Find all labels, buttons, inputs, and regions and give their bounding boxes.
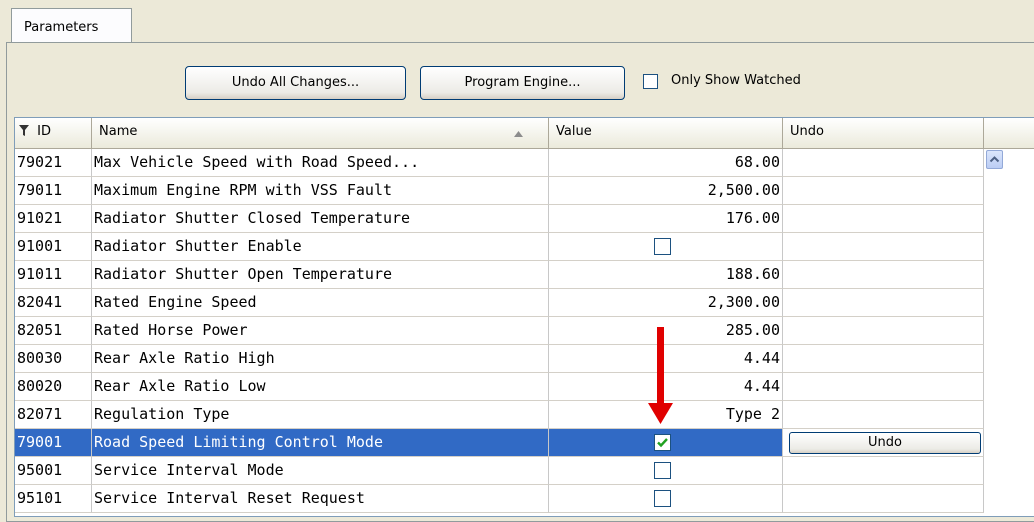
row-undo-cell <box>783 401 984 429</box>
value-checkbox[interactable] <box>654 238 671 255</box>
row-id: 82051 <box>15 317 92 345</box>
row-name: Radiator Shutter Enable <box>92 233 549 261</box>
row-undo-cell <box>783 205 984 233</box>
row-name: Maximum Engine RPM with VSS Fault <box>92 177 549 205</box>
value-checkbox[interactable] <box>654 434 671 451</box>
value-checkbox[interactable] <box>654 490 671 507</box>
row-name: Service Interval Mode <box>92 457 549 485</box>
table-row[interactable]: 79021 Max Vehicle Speed with Road Speed..… <box>15 149 1034 177</box>
row-id: 82071 <box>15 401 92 429</box>
row-undo-cell <box>783 457 984 485</box>
column-header-id[interactable]: ID <box>15 118 92 149</box>
column-header-name[interactable]: Name <box>92 118 549 149</box>
row-name: Regulation Type <box>92 401 549 429</box>
undo-all-changes-button[interactable]: Undo All Changes... <box>185 66 406 100</box>
row-id: 80030 <box>15 345 92 373</box>
table-row[interactable]: 80030 Rear Axle Ratio High 4.44 <box>15 345 1034 373</box>
table-row[interactable]: 91001 Radiator Shutter Enable <box>15 233 1034 261</box>
row-id: 79021 <box>15 149 92 177</box>
row-name: Rear Axle Ratio Low <box>92 373 549 401</box>
row-id: 82041 <box>15 289 92 317</box>
table-row[interactable]: 82051 Rated Horse Power 285.00 <box>15 317 1034 345</box>
scroll-up-button[interactable] <box>986 150 1003 169</box>
checkmark-icon <box>657 438 668 448</box>
program-engine-button[interactable]: Program Engine... <box>420 66 625 100</box>
row-id: 79001 <box>15 429 92 457</box>
only-show-watched-toggle[interactable]: Only Show Watched <box>643 73 801 92</box>
table-row[interactable]: 79011 Maximum Engine RPM with VSS Fault 2,… <box>15 177 1034 205</box>
row-id: 79011 <box>15 177 92 205</box>
vertical-scrollbar[interactable] <box>984 149 1034 516</box>
row-id: 91001 <box>15 233 92 261</box>
value-checkbox[interactable] <box>654 462 671 479</box>
row-name: Radiator Shutter Closed Temperature <box>92 205 549 233</box>
only-show-watched-checkbox[interactable] <box>643 74 658 89</box>
row-name: Max Vehicle Speed with Road Speed... <box>92 149 549 177</box>
column-header-name-label: Name <box>99 124 138 139</box>
row-value[interactable]: 188.60 <box>549 261 783 289</box>
row-value[interactable]: 2,300.00 <box>549 289 783 317</box>
row-id: 95001 <box>15 457 92 485</box>
row-name: Service Interval Reset Request <box>92 485 549 513</box>
parameters-grid: ID Name Value Undo 79021 Max Vehicle Spee… <box>14 117 1034 517</box>
table-row[interactable]: 82071 Regulation Type Type 2 <box>15 401 1034 429</box>
red-arrow-annotation <box>648 327 673 424</box>
row-id: 80020 <box>15 373 92 401</box>
row-id: 91021 <box>15 205 92 233</box>
chevron-up-icon <box>989 156 1000 163</box>
only-show-watched-label: Only Show Watched <box>671 73 801 88</box>
table-row[interactable]: 91011 Radiator Shutter Open Temperature 18… <box>15 261 1034 289</box>
column-header-id-label: ID <box>37 124 51 139</box>
table-row[interactable]: 79001 Road Speed Limiting Control Mode Und… <box>15 429 1034 457</box>
column-header-spacer <box>984 118 1034 149</box>
row-undo-cell <box>783 345 984 373</box>
row-value[interactable]: 2,500.00 <box>549 177 783 205</box>
column-header-value[interactable]: Value <box>549 118 783 149</box>
tab-parameters[interactable]: Parameters <box>11 8 132 43</box>
table-row[interactable]: 82041 Rated Engine Speed 2,300.00 <box>15 289 1034 317</box>
table-row[interactable]: 95101 Service Interval Reset Request <box>15 485 1034 513</box>
sort-ascending-icon <box>514 131 523 137</box>
row-name: Radiator Shutter Open Temperature <box>92 261 549 289</box>
row-id: 91011 <box>15 261 92 289</box>
row-undo-cell <box>783 233 984 261</box>
filter-icon[interactable] <box>19 125 29 136</box>
row-name: Rated Horse Power <box>92 317 549 345</box>
row-undo-cell <box>783 485 984 513</box>
row-undo-cell <box>783 317 984 345</box>
row-undo-cell <box>783 261 984 289</box>
table-row[interactable]: 80020 Rear Axle Ratio Low 4.44 <box>15 373 1034 401</box>
column-header-undo[interactable]: Undo <box>783 118 984 149</box>
row-name: Road Speed Limiting Control Mode <box>92 429 549 457</box>
row-undo-cell <box>783 373 984 401</box>
row-name: Rated Engine Speed <box>92 289 549 317</box>
row-undo-button[interactable]: Undo <box>789 432 981 454</box>
table-row[interactable]: 95001 Service Interval Mode <box>15 457 1034 485</box>
row-undo-cell <box>783 149 984 177</box>
row-id: 95101 <box>15 485 92 513</box>
row-undo-cell <box>783 177 984 205</box>
row-value[interactable]: 176.00 <box>549 205 783 233</box>
row-undo-cell <box>783 289 984 317</box>
row-value[interactable]: 68.00 <box>549 149 783 177</box>
row-name: Rear Axle Ratio High <box>92 345 549 373</box>
table-row[interactable]: 91021 Radiator Shutter Closed Temperature… <box>15 205 1034 233</box>
